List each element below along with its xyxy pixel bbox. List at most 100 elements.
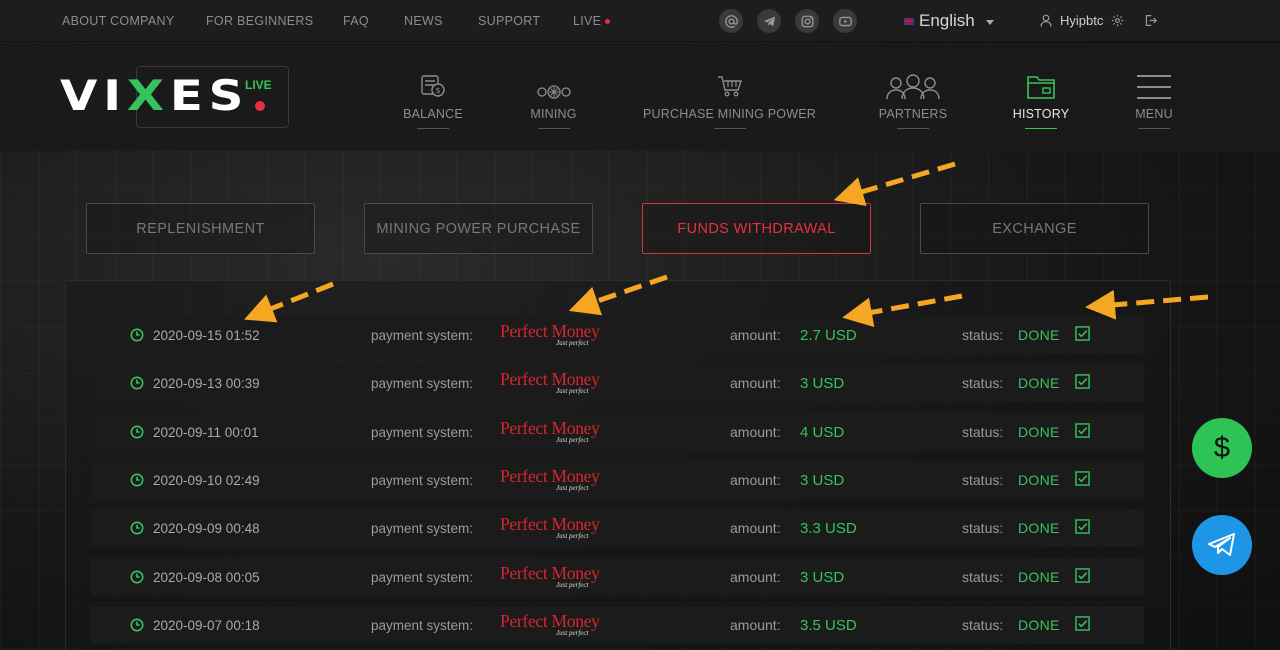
perfect-money-logo: Perfect Money Just perfect xyxy=(500,461,600,499)
table-row: 2020-09-15 01:52 payment system: Perfect… xyxy=(91,316,1144,354)
check-icon xyxy=(1075,362,1090,400)
topnav-live[interactable]: LIVE xyxy=(573,14,601,28)
live-indicator-dot xyxy=(605,19,610,24)
clock-icon xyxy=(130,316,144,354)
nav-balance[interactable]: $ BALANCE xyxy=(399,69,467,129)
nav-underline xyxy=(897,128,929,129)
telegram-button[interactable] xyxy=(1192,515,1252,575)
amount-label: amount: xyxy=(730,617,781,633)
logo-part: ES xyxy=(169,71,250,120)
payment-system-tagline: Just perfect xyxy=(556,338,589,347)
status-label: status: xyxy=(962,569,1004,585)
language-selector[interactable]: English xyxy=(904,10,994,32)
row-amount: 3 USD xyxy=(800,568,845,586)
nav-menu[interactable]: MENU xyxy=(1130,69,1178,129)
row-date: 2020-09-10 02:49 xyxy=(153,472,260,488)
nav-underline xyxy=(417,128,449,129)
logout-icon[interactable] xyxy=(1144,14,1158,27)
clock-icon xyxy=(130,509,144,547)
check-icon xyxy=(1075,314,1090,352)
topnav-about-company[interactable]: ABOUT COMPANY xyxy=(62,14,174,28)
row-date: 2020-09-13 00:39 xyxy=(153,375,260,391)
payment-system-tagline: Just perfect xyxy=(556,435,589,444)
balance-icon: $ xyxy=(421,75,445,97)
payment-system-tagline: Just perfect xyxy=(556,531,589,540)
amount-label: amount: xyxy=(730,520,781,536)
status-label: status: xyxy=(962,472,1004,488)
deposit-button[interactable]: $ xyxy=(1192,418,1252,478)
tab-exchange[interactable]: EXCHANGE xyxy=(920,203,1149,254)
topnav-support[interactable]: SUPPORT xyxy=(478,14,540,28)
status-badge: DONE xyxy=(1018,424,1060,440)
gear-icon[interactable] xyxy=(1111,14,1124,27)
status-badge: DONE xyxy=(1018,520,1060,536)
instagram-icon[interactable] xyxy=(795,9,819,33)
check-icon xyxy=(1075,459,1090,497)
main-header: VIXES LIVE $ BALANCE MINING PURCHASE MIN… xyxy=(0,43,1280,151)
topnav-news[interactable]: NEWS xyxy=(404,14,443,28)
status-label: status: xyxy=(962,617,1004,633)
check-icon xyxy=(1075,556,1090,594)
top-bar: ABOUT COMPANY FOR BEGINNERS FAQ NEWS SUP… xyxy=(0,0,1280,42)
uk-flag-icon xyxy=(904,17,914,25)
at-icon[interactable] xyxy=(719,9,743,33)
hamburger-icon xyxy=(1137,75,1171,100)
clock-icon xyxy=(130,558,144,596)
clock-icon xyxy=(130,364,144,402)
nav-partners[interactable]: PARTNERS xyxy=(877,69,949,129)
youtube-icon[interactable] xyxy=(833,9,857,33)
amount-label: amount: xyxy=(730,375,781,391)
status-label: status: xyxy=(962,375,1004,391)
payment-system-label: payment system: xyxy=(371,472,474,488)
nav-mining[interactable]: MINING xyxy=(522,69,585,129)
payment-system-tagline: Just perfect xyxy=(556,386,589,395)
status-label: status: xyxy=(962,520,1004,536)
username[interactable]: Hyipbtc xyxy=(1060,13,1103,28)
user-icon xyxy=(1040,14,1052,27)
status-badge: DONE xyxy=(1018,327,1060,343)
clock-icon xyxy=(130,461,144,499)
status-badge: DONE xyxy=(1018,472,1060,488)
chevron-down-icon xyxy=(985,19,994,25)
perfect-money-logo: Perfect Money Just perfect xyxy=(500,364,600,402)
tab-replenishment[interactable]: REPLENISHMENT xyxy=(86,203,315,254)
payment-system-tagline: Just perfect xyxy=(556,628,589,637)
language-label: English xyxy=(919,11,975,30)
nav-underline xyxy=(1138,128,1170,129)
table-row: 2020-09-08 00:05 payment system: Perfect… xyxy=(91,558,1144,596)
payment-system-label: payment system: xyxy=(371,569,474,585)
telegram-icon[interactable] xyxy=(757,9,781,33)
row-date: 2020-09-08 00:05 xyxy=(153,569,260,585)
payment-system-label: payment system: xyxy=(371,375,474,391)
nav-balance-label: BALANCE xyxy=(403,107,463,122)
check-icon xyxy=(1075,411,1090,449)
topnav-faq[interactable]: FAQ xyxy=(343,14,369,28)
nav-underline xyxy=(713,128,746,129)
tab-funds-withdrawal[interactable]: FUNDS WITHDRAWAL xyxy=(642,203,871,254)
nav-purchase-mining-power[interactable]: PURCHASE MINING POWER xyxy=(643,69,816,129)
payment-system-tagline: Just perfect xyxy=(556,580,589,589)
row-date: 2020-09-15 01:52 xyxy=(153,327,260,343)
perfect-money-logo: Perfect Money Just perfect xyxy=(500,509,600,547)
payment-system-label: payment system: xyxy=(371,617,474,633)
amount-label: amount: xyxy=(730,472,781,488)
row-date: 2020-09-11 00:01 xyxy=(153,424,259,440)
topnav-for-beginners[interactable]: FOR BEGINNERS xyxy=(206,14,313,28)
brand-logo[interactable]: VIXES xyxy=(60,71,249,120)
row-date: 2020-09-07 00:18 xyxy=(153,617,260,633)
dollar-icon: $ xyxy=(1213,431,1231,464)
tab-mining-power-purchase[interactable]: MINING POWER PURCHASE xyxy=(364,203,593,254)
svg-text:$: $ xyxy=(435,86,440,95)
telegram-icon xyxy=(1208,533,1235,556)
check-icon xyxy=(1075,604,1090,642)
nav-history[interactable]: HISTORY xyxy=(1010,69,1072,129)
nav-partners-label: PARTNERS xyxy=(878,107,948,122)
perfect-money-logo: Perfect Money Just perfect xyxy=(500,558,600,596)
row-amount: 4 USD xyxy=(800,423,845,441)
cart-icon xyxy=(717,76,742,97)
row-amount: 3 USD xyxy=(800,471,845,489)
check-icon xyxy=(1075,507,1090,545)
status-badge: DONE xyxy=(1018,569,1060,585)
perfect-money-logo: Perfect Money Just perfect xyxy=(500,606,600,644)
status-badge: DONE xyxy=(1018,617,1060,633)
